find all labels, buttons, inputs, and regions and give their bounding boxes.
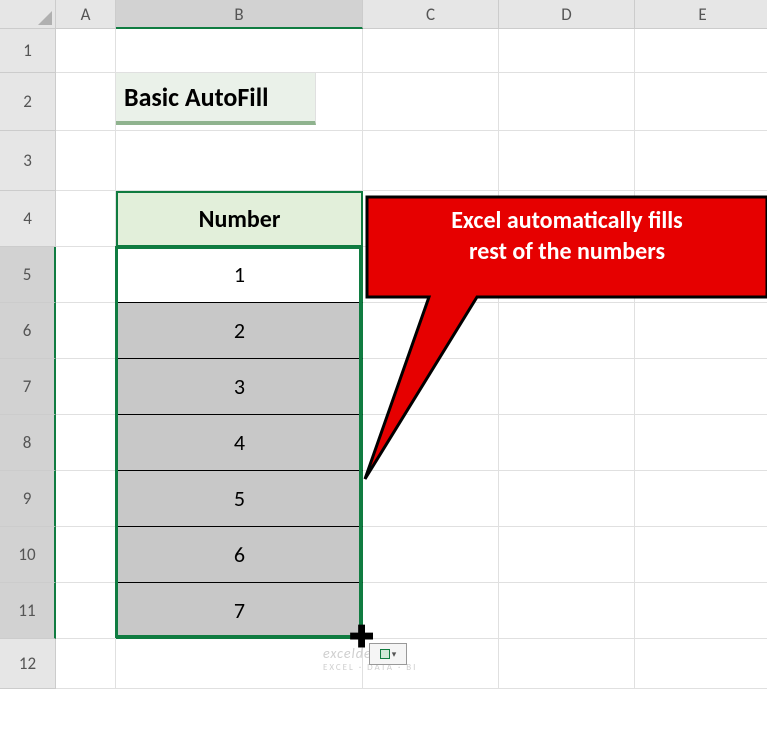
- data-cell-5[interactable]: 5: [116, 471, 363, 527]
- cell-D3[interactable]: [499, 131, 635, 191]
- row-header-2[interactable]: 2: [0, 73, 56, 131]
- cell-A8[interactable]: [56, 415, 116, 471]
- spreadsheet-grid: ABCDE 123456789101112 Basic AutoFill Num…: [0, 0, 767, 736]
- column-header-B[interactable]: B: [116, 0, 363, 29]
- table-header-cell[interactable]: Number: [116, 191, 363, 247]
- cell-A11[interactable]: [56, 583, 116, 639]
- data-value: 7: [234, 597, 245, 624]
- annotation-callout: Excel automatically fills rest of the nu…: [357, 187, 767, 512]
- cell-E3[interactable]: [635, 131, 767, 191]
- cell-D10[interactable]: [499, 527, 635, 583]
- cell-A3[interactable]: [56, 131, 116, 191]
- table-header-text: Number: [199, 205, 281, 234]
- cell-A7[interactable]: [56, 359, 116, 415]
- column-header-A[interactable]: A: [56, 0, 116, 29]
- row-header-8[interactable]: 8: [0, 415, 56, 471]
- cell-C1[interactable]: [363, 29, 499, 73]
- data-value: 3: [234, 373, 245, 400]
- cell-E1[interactable]: [635, 29, 767, 73]
- cell-A4[interactable]: [56, 191, 116, 247]
- callout-text: Excel automatically fills rest of the nu…: [377, 205, 757, 267]
- data-cell-1[interactable]: 1: [116, 247, 363, 303]
- column-header-D[interactable]: D: [499, 0, 635, 29]
- chevron-down-icon: ▾: [392, 649, 397, 660]
- title-cell[interactable]: Basic AutoFill: [116, 73, 316, 125]
- cell-A10[interactable]: [56, 527, 116, 583]
- row-header-3[interactable]: 3: [0, 131, 56, 191]
- data-value: 1: [234, 261, 245, 288]
- data-cell-7[interactable]: 7: [116, 583, 363, 639]
- cell-D1[interactable]: [499, 29, 635, 73]
- cell-A1[interactable]: [56, 29, 116, 73]
- data-value: 4: [234, 429, 245, 456]
- data-value: 5: [234, 485, 245, 512]
- cell-A5[interactable]: [56, 247, 116, 303]
- select-all-corner[interactable]: [0, 0, 56, 29]
- autofill-options-button[interactable]: ▾: [369, 643, 407, 665]
- row-header-1[interactable]: 1: [0, 29, 56, 73]
- column-header-E[interactable]: E: [635, 0, 767, 29]
- cell-E11[interactable]: [635, 583, 767, 639]
- cell-B3[interactable]: [116, 131, 363, 191]
- cell-A9[interactable]: [56, 471, 116, 527]
- row-header-9[interactable]: 9: [0, 471, 56, 527]
- cell-E10[interactable]: [635, 527, 767, 583]
- row-header-6[interactable]: 6: [0, 303, 56, 359]
- cell-A6[interactable]: [56, 303, 116, 359]
- cell-C11[interactable]: [363, 583, 499, 639]
- cell-A2[interactable]: [56, 73, 116, 131]
- row-header-12[interactable]: 12: [0, 639, 56, 689]
- row-header-5[interactable]: 5: [0, 247, 56, 303]
- data-cell-2[interactable]: 2: [116, 303, 363, 359]
- cell-C2[interactable]: [363, 73, 499, 131]
- cell-D2[interactable]: [499, 73, 635, 131]
- cell-C3[interactable]: [363, 131, 499, 191]
- row-header-11[interactable]: 11: [0, 583, 56, 639]
- row-header-4[interactable]: 4: [0, 191, 56, 247]
- autofill-options-icon: [380, 649, 390, 659]
- cell-C10[interactable]: [363, 527, 499, 583]
- cell-A12[interactable]: [56, 639, 116, 689]
- data-cell-4[interactable]: 4: [116, 415, 363, 471]
- data-value: 2: [234, 317, 245, 344]
- cell-D11[interactable]: [499, 583, 635, 639]
- cell-D12[interactable]: [499, 639, 635, 689]
- cell-E12[interactable]: [635, 639, 767, 689]
- title-text: Basic AutoFill: [124, 81, 268, 113]
- cell-E2[interactable]: [635, 73, 767, 131]
- row-header-10[interactable]: 10: [0, 527, 56, 583]
- data-value: 6: [234, 541, 245, 568]
- row-header-7[interactable]: 7: [0, 359, 56, 415]
- data-cell-3[interactable]: 3: [116, 359, 363, 415]
- cell-B1[interactable]: [116, 29, 363, 73]
- column-header-C[interactable]: C: [363, 0, 499, 29]
- data-cell-6[interactable]: 6: [116, 527, 363, 583]
